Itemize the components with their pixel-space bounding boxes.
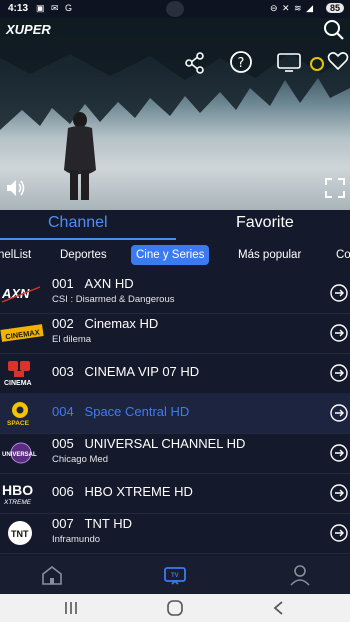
search-icon[interactable]	[322, 18, 346, 42]
channel-row[interactable]: CINEMAX 002 Cinemax HD El dilema	[0, 313, 350, 354]
channel-title: 006 HBO XTREME HD	[52, 484, 193, 499]
svg-text:SPACE: SPACE	[7, 420, 30, 427]
system-navigation-bar	[0, 594, 350, 622]
help-icon[interactable]: ?	[229, 50, 253, 74]
svg-text:?: ?	[238, 56, 245, 71]
back-icon[interactable]	[270, 600, 288, 616]
arrow-right-circle-icon[interactable]	[330, 284, 348, 302]
video-frame	[0, 18, 350, 130]
channel-row-selected[interactable]: SPACE 004 Space Central HD	[0, 393, 350, 434]
category-cine-y-series[interactable]: Cine y Series	[131, 245, 210, 265]
svg-text:CINEMA: CINEMA	[4, 380, 32, 387]
hbo-logo-icon: HBO XTREME	[2, 482, 33, 506]
category-channel-list[interactable]: nelList	[0, 245, 31, 265]
camera-cutout	[166, 1, 184, 17]
svg-text:HBO: HBO	[2, 482, 33, 498]
arrow-right-circle-icon[interactable]	[330, 364, 348, 382]
notification-icons: ▣ ✉ G	[36, 3, 75, 13]
status-time: 4:13	[8, 3, 29, 14]
cinema-logo-icon: CINEMA	[4, 361, 32, 387]
category-deportes[interactable]: Deportes	[60, 245, 107, 265]
channel-row[interactable]: AXN 001 AXN HD CSI : Disarmed & Dangerou…	[0, 273, 350, 314]
arrow-right-circle-icon[interactable]	[330, 484, 348, 502]
channel-title: 004 Space Central HD	[52, 404, 190, 419]
arrow-right-circle-icon[interactable]	[330, 444, 348, 462]
fullscreen-icon[interactable]	[324, 177, 346, 199]
channel-title: 002 Cinemax HD	[52, 316, 159, 331]
cinemax-logo-icon: CINEMAX	[0, 324, 44, 342]
app-logo: XUPER	[6, 22, 51, 37]
channel-row[interactable]: UNIVERSAL 005 UNIVERSAL CHANNEL HD Chica…	[0, 433, 350, 474]
active-tab-indicator	[0, 238, 176, 240]
main-tabs: Channel Favorite	[0, 210, 350, 240]
recent-apps-icon[interactable]	[62, 600, 80, 616]
status-bar: 4:13 ▣ ✉ G ⊖ ✕ ≋ ◢ 85	[0, 0, 350, 18]
share-icon[interactable]	[184, 52, 206, 74]
arrow-right-circle-icon[interactable]	[330, 524, 348, 542]
channel-row[interactable]: TNT 007 TNT HD Inframundo	[0, 513, 350, 554]
battery-indicator: 85	[325, 3, 344, 13]
category-more[interactable]: Co	[336, 245, 350, 265]
bottom-navigation: TV	[0, 556, 350, 594]
arrow-right-circle-icon[interactable]	[330, 324, 348, 342]
space-logo-icon: SPACE	[7, 402, 30, 427]
channel-program: Chicago Med	[52, 454, 108, 465]
home-button-icon[interactable]	[166, 600, 184, 616]
axn-logo-icon: AXN	[1, 286, 41, 303]
system-status-icons: ⊖ ✕ ≋ ◢	[269, 3, 314, 13]
category-mas-popular[interactable]: Más popular	[238, 245, 301, 265]
channel-row[interactable]: HBO XTREME 006 HBO XTREME HD	[0, 473, 350, 514]
video-player[interactable]: XUPER ?	[0, 18, 350, 210]
channel-title: 005 UNIVERSAL CHANNEL HD	[52, 436, 246, 451]
tab-favorite[interactable]: Favorite	[236, 214, 294, 232]
svg-text:TV: TV	[171, 573, 179, 579]
svg-text:UNIVERSAL: UNIVERSAL	[2, 452, 37, 458]
arrow-right-circle-icon[interactable]	[330, 404, 348, 422]
tnt-logo-icon: TNT	[8, 521, 32, 545]
svg-text:XTREME: XTREME	[3, 499, 32, 506]
channel-title: 003 CINEMA VIP 07 HD	[52, 364, 200, 379]
channel-title: 001 AXN HD	[52, 276, 134, 291]
channel-program: CSI : Disarmed & Dangerous	[52, 294, 175, 305]
channel-title: 007 TNT HD	[52, 516, 132, 531]
svg-text:TNT: TNT	[11, 529, 29, 539]
live-indicator-icon	[310, 57, 324, 71]
screen-mode-icon[interactable]	[277, 52, 301, 72]
category-bar: nelList Deportes Cine y Series Más popul…	[0, 243, 350, 269]
home-icon[interactable]	[40, 564, 64, 586]
tv-icon[interactable]: TV	[163, 564, 187, 586]
svg-text:AXN: AXN	[1, 286, 30, 301]
volume-icon[interactable]	[4, 177, 28, 199]
heart-icon[interactable]	[327, 50, 349, 72]
universal-logo-icon: UNIVERSAL	[2, 442, 37, 464]
channel-list: AXN 001 AXN HD CSI : Disarmed & Dangerou…	[0, 273, 350, 556]
channel-program: Inframundo	[52, 534, 101, 545]
channel-row[interactable]: CINEMA 003 CINEMA VIP 07 HD	[0, 353, 350, 394]
profile-icon[interactable]	[288, 564, 312, 586]
channel-program: El dilema	[52, 334, 92, 345]
tab-channel[interactable]: Channel	[48, 214, 108, 232]
person-silhouette	[64, 112, 96, 200]
